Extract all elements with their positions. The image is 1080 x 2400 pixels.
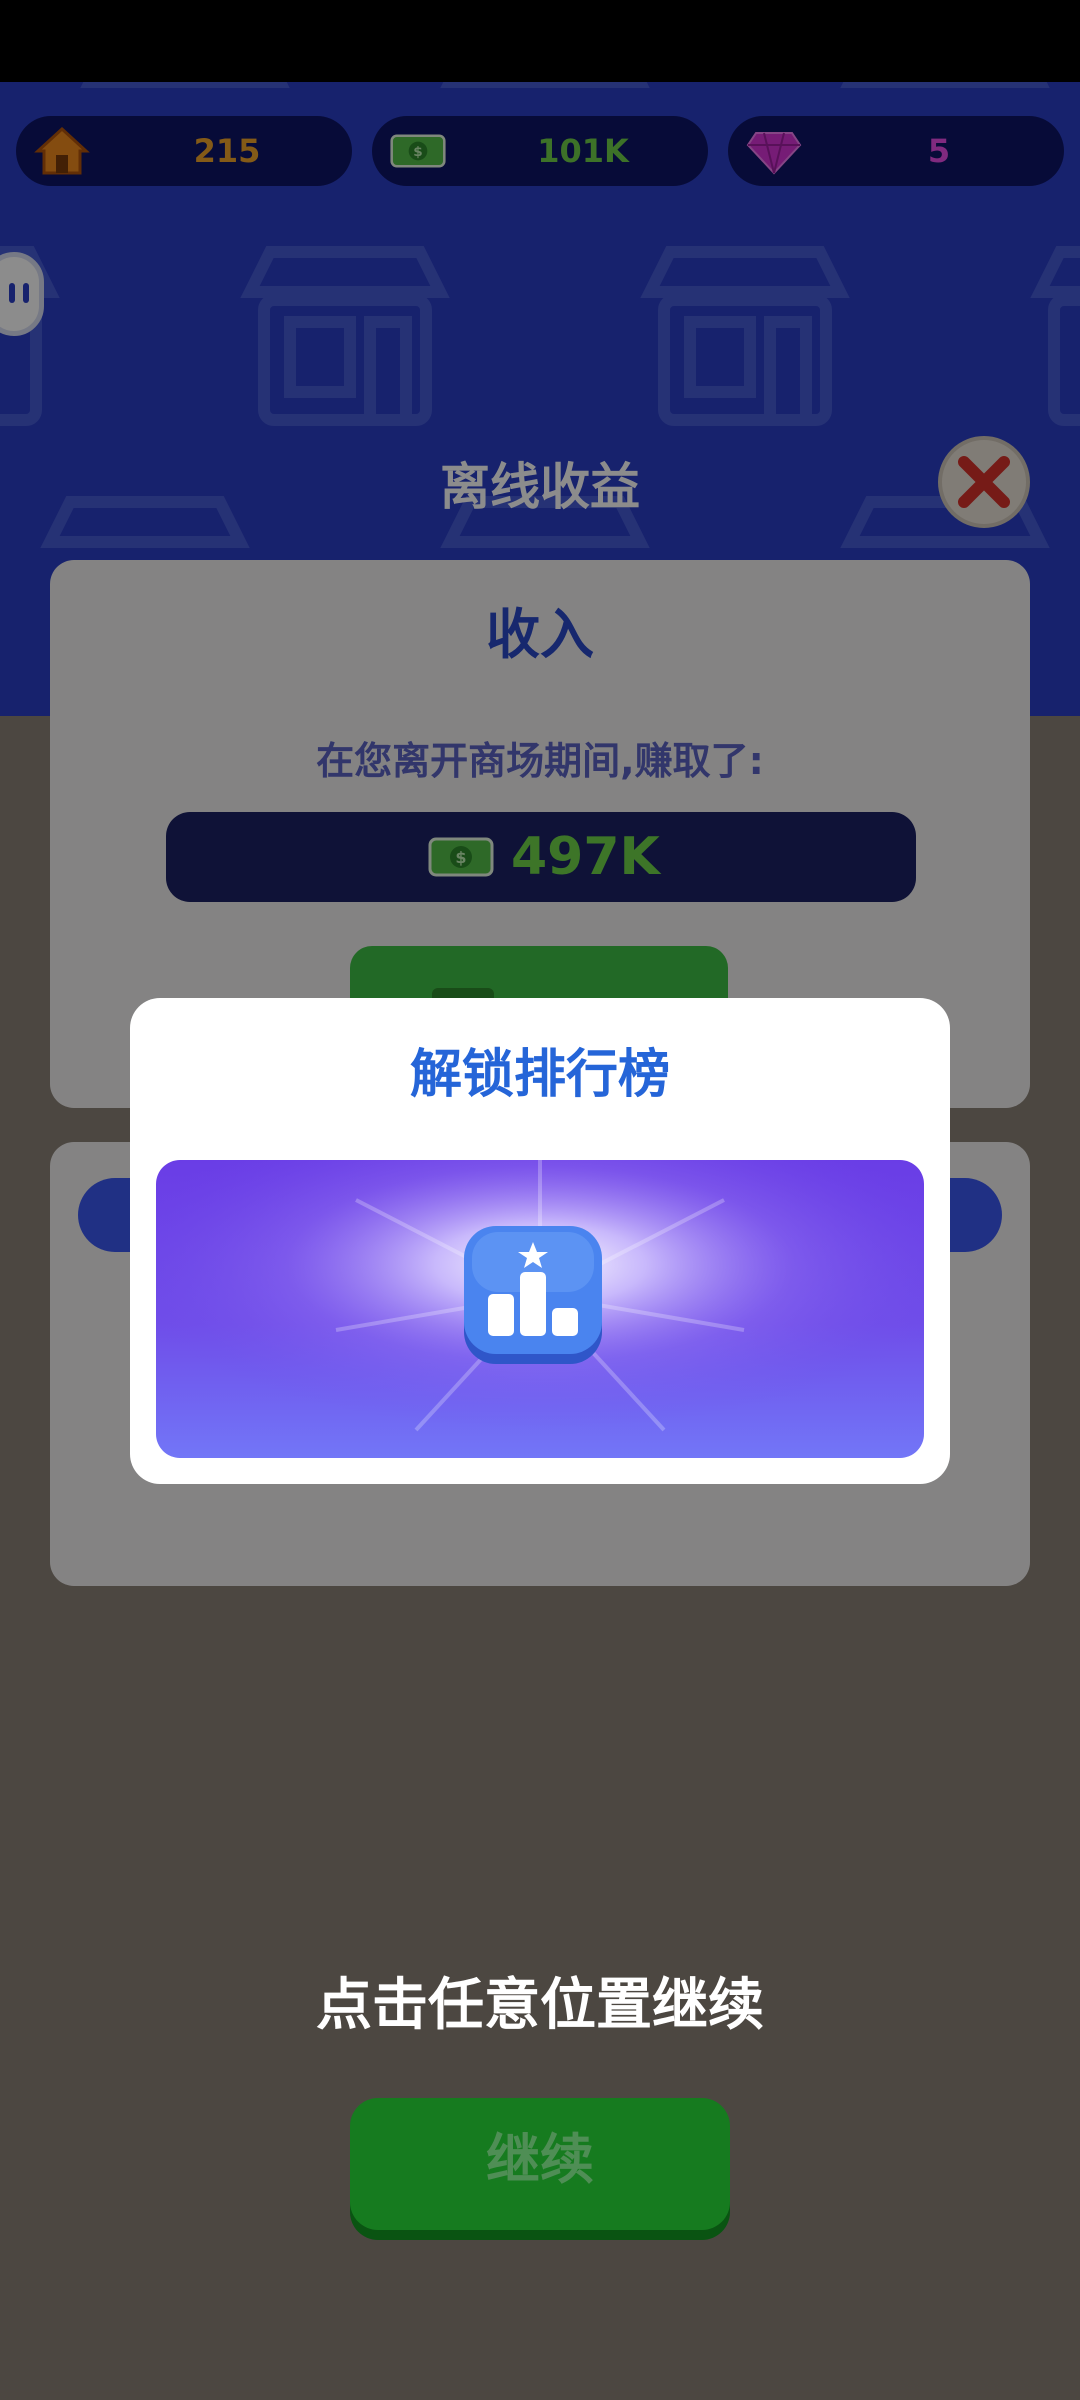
leaderboard-icon: [464, 1226, 602, 1364]
unlock-title: 解锁排行榜: [409, 1045, 670, 1105]
unlock-dialog[interactable]: 解锁排行榜: [130, 998, 950, 1484]
continue-button[interactable]: 继续: [350, 2098, 730, 2230]
tap-to-continue-hint: 点击任意位置继续: [316, 1973, 764, 2038]
unlock-banner: [156, 1160, 924, 1458]
continue-button-label: 继续: [486, 2128, 594, 2191]
